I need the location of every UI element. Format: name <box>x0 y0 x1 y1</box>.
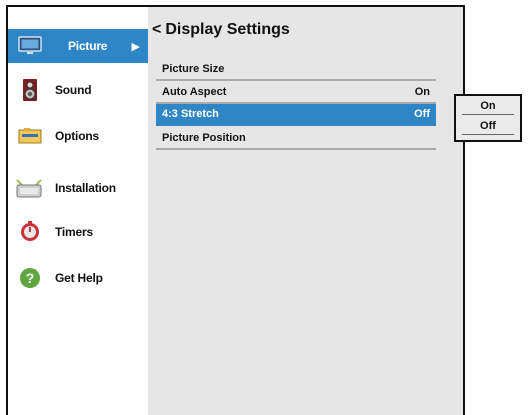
sidebar-item-label: Sound <box>55 83 92 97</box>
menu-item-value: Off <box>414 108 430 120</box>
sidebar-item-label: Timers <box>55 225 93 239</box>
menu-item-label: Picture Position <box>162 132 246 144</box>
timer-icon <box>18 221 42 243</box>
menu-item-value: On <box>414 86 430 98</box>
svg-text:?: ? <box>26 270 35 286</box>
menu-item-picture-position[interactable]: Picture Position <box>156 128 436 150</box>
popup-option-off[interactable]: Off <box>462 120 514 135</box>
back-arrow-icon[interactable]: < <box>152 21 161 39</box>
menu-item-picture-size[interactable]: Picture Size <box>156 59 436 81</box>
sidebar: Picture ▶ Sound Options Installation Tim… <box>8 7 148 415</box>
sidebar-item-label: Installation <box>55 181 116 195</box>
menu-item-label: Auto Aspect <box>162 86 227 98</box>
main-panel: < Display Settings Picture Size Auto Asp… <box>148 7 463 415</box>
menu-item-label: Picture Size <box>162 63 225 75</box>
value-popup: On Off <box>454 94 522 142</box>
sidebar-item-label: Picture <box>68 39 108 53</box>
tv-menu-frame: Picture ▶ Sound Options Installation Tim… <box>6 5 465 415</box>
sidebar-item-sound[interactable]: Sound <box>8 73 148 107</box>
installation-icon <box>14 177 44 199</box>
page-title: < Display Settings <box>152 21 290 39</box>
sidebar-item-get-help[interactable]: ? Get Help <box>8 261 148 295</box>
sidebar-item-label: Options <box>55 129 99 143</box>
monitor-icon <box>18 35 42 57</box>
sidebar-item-options[interactable]: Options <box>8 119 148 153</box>
menu-item-label: 4:3 Stretch <box>162 108 219 120</box>
help-icon: ? <box>18 267 42 289</box>
page-title-text: Display Settings <box>165 21 290 38</box>
menu-item-stretch[interactable]: 4:3 Stretch Off <box>156 104 436 126</box>
speaker-icon <box>18 79 42 101</box>
menu-item-auto-aspect[interactable]: Auto Aspect On <box>156 82 436 104</box>
options-icon <box>18 125 42 147</box>
chevron-right-icon: ▶ <box>131 40 140 53</box>
popup-option-on[interactable]: On <box>462 100 514 115</box>
sidebar-item-label: Get Help <box>55 271 103 285</box>
sidebar-item-installation[interactable]: Installation <box>8 171 148 205</box>
sidebar-item-timers[interactable]: Timers <box>8 215 148 249</box>
sidebar-item-picture[interactable]: Picture ▶ <box>8 29 148 63</box>
